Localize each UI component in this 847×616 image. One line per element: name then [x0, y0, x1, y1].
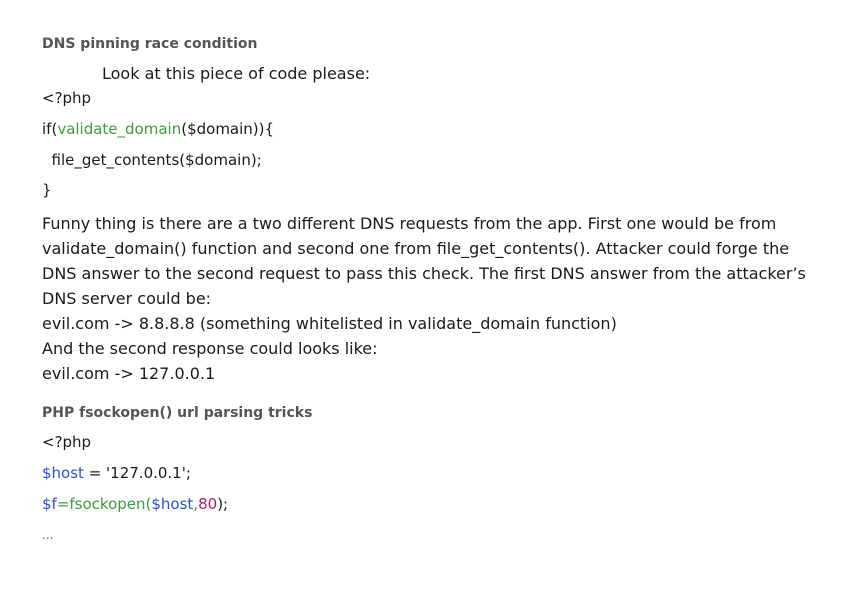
code-arg-host: $host — [151, 495, 194, 513]
code-line-fsockopen: $f=fsockopen($host,80); — [42, 495, 228, 513]
code-ellipsis: ... — [42, 528, 54, 542]
section-title-dns-pinning: DNS pinning race condition — [42, 36, 258, 52]
code-close-paren: ); — [217, 495, 229, 513]
code-function-validate-domain: validate_domain — [57, 120, 182, 138]
dns-answer-example-1: evil.com -> 8.8.8.8 (something whitelist… — [42, 314, 617, 333]
code-variable-f: $f — [42, 495, 57, 513]
code-function-fsockopen: fsockopen( — [69, 495, 152, 513]
intro-text: Look at this piece of code please: — [102, 64, 371, 83]
second-response-text: And the second response could looks like… — [42, 339, 378, 358]
code-host-assignment: = '127.0.0.1'; — [83, 464, 191, 482]
code-args-domain: ($domain)){ — [181, 120, 275, 138]
code-variable-host: $host — [42, 464, 84, 482]
dns-answer-example-2: evil.com -> 127.0.0.1 — [42, 364, 216, 383]
code-keyword-if: if( — [42, 120, 58, 138]
code-equals: = — [56, 495, 70, 513]
code-line-file-get-contents: file_get_contents($domain); — [42, 151, 262, 169]
code-line-close-brace: } — [42, 181, 52, 199]
code-line-php-open-2: <?php — [42, 433, 92, 451]
code-number-port: 80 — [198, 495, 218, 513]
explanation-paragraph: Funny thing is there are a two different… — [42, 214, 806, 308]
code-line-host: $host = '127.0.0.1'; — [42, 464, 191, 482]
code-line-if: if(validate_domain($domain)){ — [42, 120, 274, 138]
section-title-fsockopen: PHP fsockopen() url parsing tricks — [42, 405, 313, 421]
code-line-php-open: <?php — [42, 89, 92, 107]
